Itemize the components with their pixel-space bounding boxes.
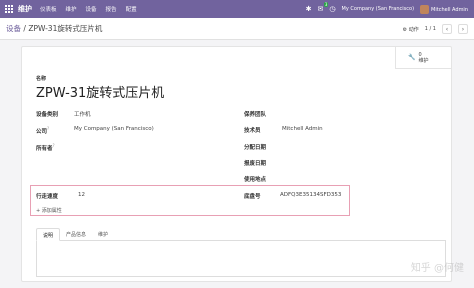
- company-field[interactable]: My Company (San Francisco): [74, 126, 154, 132]
- notebook-tabs: 说明 产品信息 维护: [36, 228, 446, 241]
- plus-icon: +: [36, 208, 41, 214]
- custom-attributes-highlight: [30, 185, 350, 216]
- maintenance-smart-button[interactable]: 🔧 0 维护: [395, 47, 451, 69]
- owner-label-text: 所有者: [36, 145, 53, 152]
- walking-speed-label: 行走速度: [36, 194, 59, 200]
- add-attribute-label: 添加属性: [41, 208, 62, 214]
- smart-button-label: 维护: [418, 57, 429, 64]
- location-label: 使用地点: [244, 177, 267, 183]
- walking-speed-field[interactable]: 12: [78, 192, 85, 198]
- action-label: 动作: [408, 26, 419, 33]
- chat-badge: 3: [323, 2, 329, 7]
- wrench-icon: 🔧: [408, 54, 416, 61]
- breadcrumb-separator: /: [23, 24, 26, 33]
- technician-field[interactable]: Mitchell Admin: [282, 126, 323, 132]
- form-sheet: 🔧 0 维护 名称 ZPW-31旋转式压片机 设备类别 工作机 公司? My C…: [21, 46, 452, 282]
- company-label-text: 公司: [36, 128, 48, 135]
- chassis-number-field[interactable]: ADFQ3E35134SFD353: [280, 192, 341, 198]
- menu-dashboard[interactable]: 仪表板: [40, 5, 57, 13]
- bug-icon[interactable]: ✱: [306, 5, 312, 13]
- chat-icon[interactable]: ✉ 3: [318, 2, 329, 13]
- app-brand[interactable]: 维护: [18, 4, 32, 14]
- watermark: 知乎 @何健: [410, 263, 464, 274]
- breadcrumb-current: ZPW-31旋转式压片机: [28, 24, 103, 33]
- assign-date-label: 分配日期: [244, 145, 267, 151]
- owner-field[interactable]: [74, 143, 224, 150]
- control-panel: 设备 / ZPW-31旋转式压片机 ⚙ 动作 1 / 1 ‹ ›: [0, 18, 474, 40]
- owner-label: 所有者?: [36, 143, 55, 152]
- scrap-date-field[interactable]: [282, 159, 432, 166]
- user-name: Mitchell Admin: [431, 6, 468, 13]
- apps-menu-icon[interactable]: [0, 0, 18, 18]
- technician-label: 技术员: [244, 128, 261, 134]
- tab-content[interactable]: [36, 241, 446, 277]
- menu-maintenance[interactable]: 维护: [66, 5, 77, 13]
- action-button[interactable]: ⚙ 动作: [403, 26, 419, 33]
- category-field[interactable]: 工作机: [74, 110, 91, 118]
- company-label: 公司?: [36, 126, 49, 135]
- gear-icon: ⚙: [402, 26, 408, 33]
- maintenance-team-field[interactable]: [282, 110, 432, 117]
- tab-description[interactable]: 说明: [36, 228, 61, 241]
- avatar: [420, 4, 430, 14]
- tab-product-info[interactable]: 产品信息: [60, 228, 92, 241]
- add-attribute-button[interactable]: + 添加属性: [36, 207, 62, 214]
- breadcrumb: 设备 / ZPW-31旋转式压片机: [6, 23, 102, 34]
- top-navbar: 维护 仪表板 维护 设备 报告 配置 ✱ ✉ 3 ◷ My Company (Sa…: [0, 0, 474, 18]
- maintenance-team-label: 保养团队: [244, 112, 267, 118]
- help-icon: ?: [47, 126, 50, 131]
- company-switcher[interactable]: My Company (San Francisco): [342, 6, 415, 12]
- pager-value[interactable]: 1 / 1: [425, 26, 436, 32]
- tab-maintenance[interactable]: 维护: [92, 228, 114, 241]
- scrap-date-label: 报废日期: [244, 161, 267, 167]
- menu-configuration[interactable]: 配置: [126, 5, 137, 13]
- chevron-left-icon: ‹: [445, 25, 449, 33]
- location-field[interactable]: [282, 175, 432, 182]
- name-label: 名称: [36, 76, 47, 82]
- user-menu[interactable]: Mitchell Admin: [420, 4, 468, 14]
- help-icon: ?: [52, 143, 55, 148]
- assign-date-field[interactable]: [282, 143, 432, 150]
- equipment-name-field[interactable]: ZPW-31旋转式压片机: [36, 82, 164, 101]
- clock-icon[interactable]: ◷: [329, 5, 335, 13]
- pager-next-button[interactable]: ›: [458, 24, 468, 34]
- menu-reports[interactable]: 报告: [106, 5, 117, 13]
- menu-equipment[interactable]: 设备: [86, 5, 97, 13]
- pager-prev-button[interactable]: ‹: [442, 24, 452, 34]
- breadcrumb-root[interactable]: 设备: [6, 24, 21, 33]
- category-label: 设备类别: [36, 112, 59, 118]
- chassis-number-label: 底盘号: [244, 194, 261, 200]
- chevron-right-icon: ›: [461, 25, 465, 33]
